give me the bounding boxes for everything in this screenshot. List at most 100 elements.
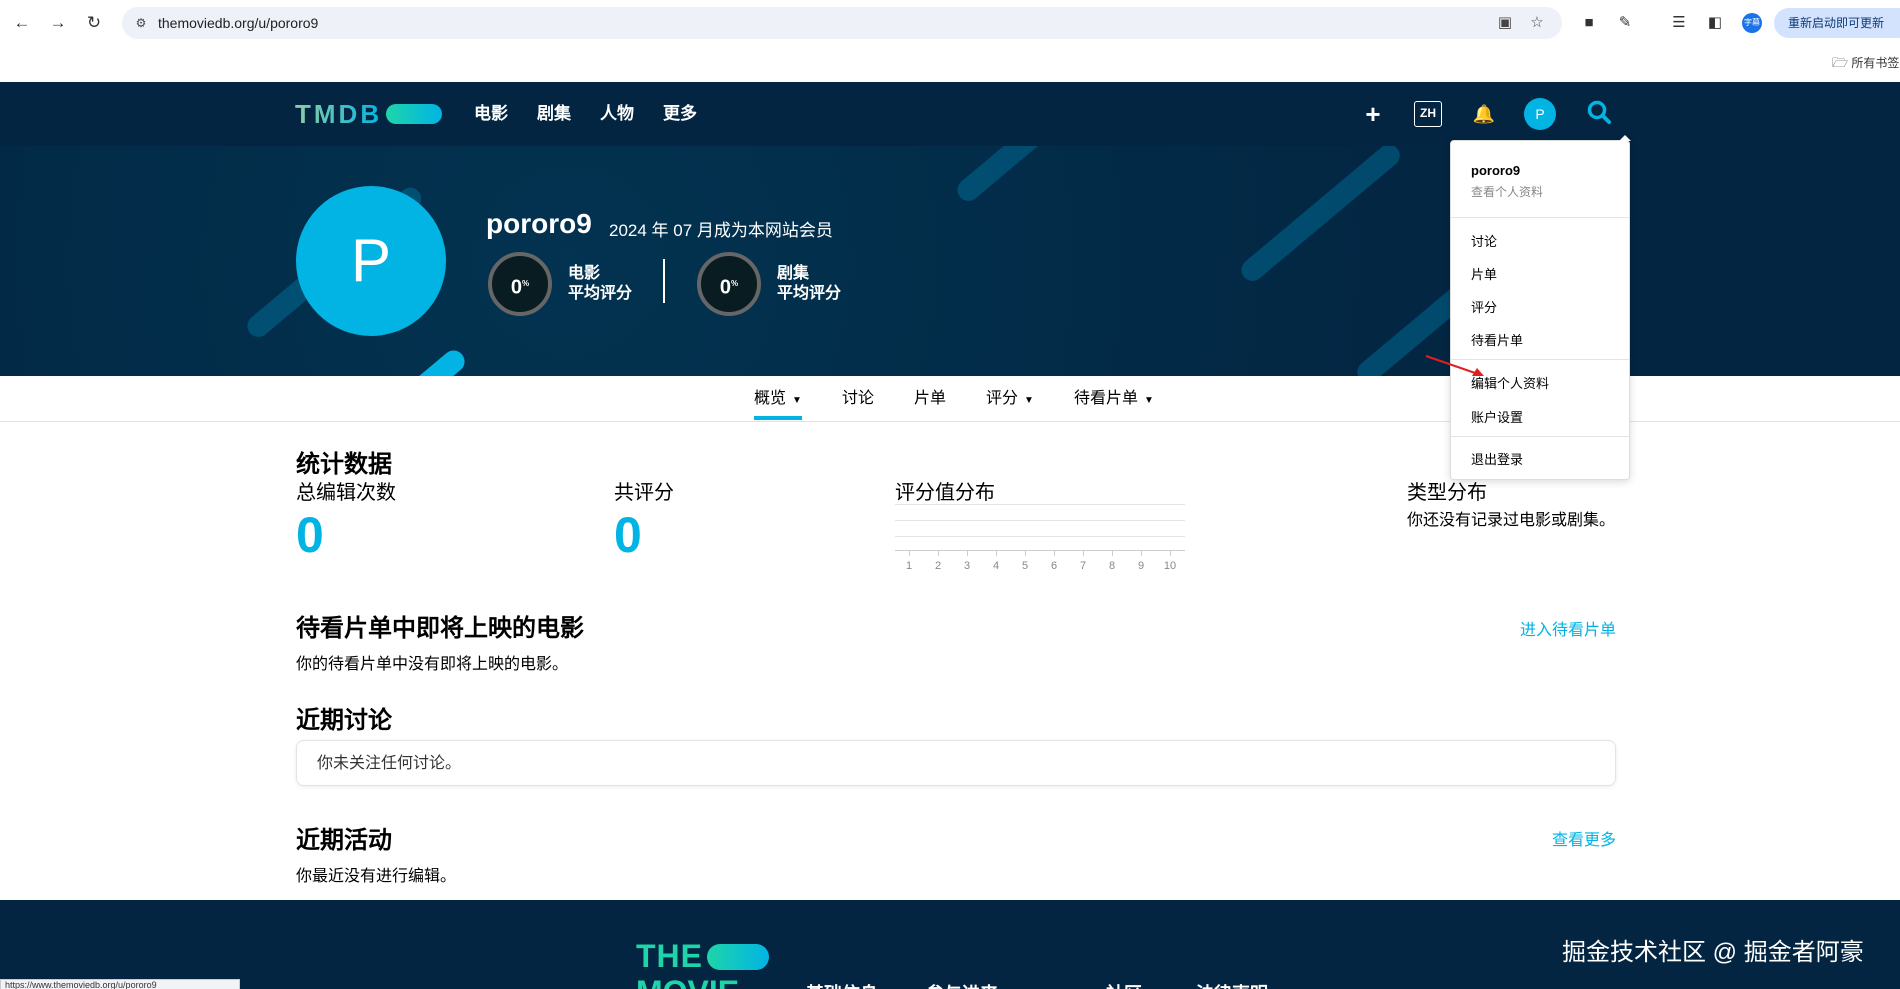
hist-tick-mark xyxy=(1112,550,1113,556)
dropdown-divider xyxy=(1451,436,1629,437)
go-to-watchlist-link[interactable]: 进入待看片单 xyxy=(1520,616,1616,640)
update-button[interactable]: 重新启动即可更新 xyxy=(1774,8,1900,38)
dropdown-item-discussions[interactable]: 讨论 xyxy=(1471,231,1497,250)
dropdown-item-watchlist[interactable]: 待看片单 xyxy=(1471,330,1523,349)
user-dropdown-menu: pororo9 查看个人资料 讨论 片单 评分 待看片单 编辑个人资料 账户设置… xyxy=(1450,135,1631,480)
tab-lists-label: 片单 xyxy=(914,390,947,407)
movie-score-value: 0 xyxy=(510,276,522,299)
forward-icon[interactable]: → xyxy=(46,11,70,35)
profile-avatar[interactable]: P xyxy=(296,186,446,336)
footer-logo[interactable]: THE xyxy=(636,938,769,975)
discussions-box: 你未关注任何讨论。 xyxy=(296,740,1616,786)
footer-logo-pill xyxy=(707,943,769,970)
hist-tick-label: 9 xyxy=(1137,560,1145,572)
hist-tick-label: 1 xyxy=(905,560,913,572)
hist-tick-mark xyxy=(1170,550,1171,556)
tab-lists[interactable]: 片单 xyxy=(914,376,946,422)
language-button[interactable]: ZH xyxy=(1414,101,1442,127)
red-arrow-annotation xyxy=(1425,355,1484,376)
search-icon[interactable] xyxy=(1586,99,1612,127)
address-bar[interactable]: ⚙ themoviedb.org/u/pororo9 ▣ ☆ xyxy=(122,7,1562,39)
caret-down-icon: ▼ xyxy=(1144,395,1154,406)
dropdown-item-logout[interactable]: 退出登录 xyxy=(1471,449,1523,468)
banner-stripe xyxy=(952,146,1059,206)
site-footer: THE MOVIE 基础信息 参与进来 社区 法律声明 掘金技术社区 @ 掘金者… xyxy=(0,900,1900,989)
recent-activity-title: 近期活动 xyxy=(296,827,392,854)
install-icon[interactable]: ▣ xyxy=(1496,14,1514,32)
tv-score-label-line2: 平均评分 xyxy=(777,285,842,302)
footer-col-legal[interactable]: 法律声明 xyxy=(1196,980,1268,989)
nav-movies[interactable]: 电影 xyxy=(474,82,508,146)
tab-watchlist-label: 待看片单 xyxy=(1074,390,1139,407)
see-more-link[interactable]: 查看更多 xyxy=(1552,826,1616,850)
total-ratings-label: 共评分 xyxy=(614,482,674,504)
movie-score-circle: 0% xyxy=(488,252,552,316)
hist-grid-line xyxy=(895,504,1185,505)
hist-tick-mark xyxy=(938,550,939,556)
browser-toolbar: ← → ↻ ⚙ themoviedb.org/u/pororo9 ▣ ☆ ■ ✎… xyxy=(0,0,1900,46)
hist-tick-mark xyxy=(1054,550,1055,556)
dropdown-caret xyxy=(1619,135,1631,141)
tv-score-label: 剧集 平均评分 xyxy=(777,264,841,304)
upcoming-empty-text: 你的待看片单中没有即将上映的电影。 xyxy=(296,656,569,673)
site-info-icon[interactable]: ⚙ xyxy=(133,15,149,31)
footer-col-basics[interactable]: 基础信息 xyxy=(806,980,878,989)
dropdown-divider xyxy=(1451,217,1629,218)
hist-tick-mark xyxy=(1083,550,1084,556)
dropdown-username[interactable]: pororo9 xyxy=(1471,163,1520,178)
hist-tick-label: 3 xyxy=(963,560,971,572)
tab-watchlist[interactable]: 待看片单 ▼ xyxy=(1074,376,1154,424)
rating-distribution-chart: 1 2 3 4 5 6 7 8 9 10 xyxy=(895,504,1185,574)
footer-col-community[interactable]: 社区 xyxy=(1106,980,1142,989)
profile-username[interactable]: pororo9 xyxy=(486,208,592,240)
hist-grid-line xyxy=(895,536,1185,537)
tab-discussions-label: 讨论 xyxy=(842,390,875,407)
dropdown-item-ratings[interactable]: 评分 xyxy=(1471,297,1497,316)
hist-tick-mark xyxy=(996,550,997,556)
plus-icon[interactable]: + xyxy=(1360,100,1386,128)
hist-tick-label: 5 xyxy=(1021,560,1029,572)
tmdb-logo[interactable]: TMDB xyxy=(295,99,443,129)
member-since: 2024 年 07 月成为本网站会员 xyxy=(609,221,833,240)
footer-col-get-involved[interactable]: 参与进来 xyxy=(926,980,998,989)
genre-distribution-label: 类型分布 xyxy=(1407,482,1487,504)
nav-tv[interactable]: 剧集 xyxy=(537,82,571,146)
dropdown-item-account-settings[interactable]: 账户设置 xyxy=(1471,407,1523,426)
nav-more[interactable]: 更多 xyxy=(663,82,697,146)
media-icon[interactable]: ☰ xyxy=(1668,12,1690,34)
hist-tick-label: 4 xyxy=(992,560,1000,572)
caret-down-icon: ▼ xyxy=(1024,395,1034,406)
back-icon[interactable]: ← xyxy=(10,11,34,35)
rating-distribution-label: 评分值分布 xyxy=(895,482,995,504)
hist-tick-label: 2 xyxy=(934,560,942,572)
genre-empty-text: 你还没有记录过电影或剧集。 xyxy=(1407,512,1616,529)
banner-stripe xyxy=(1236,146,1405,286)
bell-icon[interactable]: 🔔 xyxy=(1472,100,1496,128)
hist-tick-label: 8 xyxy=(1108,560,1116,572)
banner-stripe-bright xyxy=(408,346,470,376)
header-avatar[interactable]: P xyxy=(1524,98,1556,130)
dropdown-item-lists[interactable]: 片单 xyxy=(1471,264,1497,283)
tab-discussions[interactable]: 讨论 xyxy=(842,376,874,422)
puzzle-icon[interactable]: ✎ xyxy=(1614,12,1636,34)
reload-icon[interactable]: ↻ xyxy=(82,11,106,35)
movie-score-label: 电影 平均评分 xyxy=(568,264,632,304)
tv-score-value: 0 xyxy=(719,276,731,299)
bookmarks-bar: 🗁 所有书签 xyxy=(0,46,1900,82)
main-nav: 电影 剧集 人物 更多 xyxy=(474,82,726,146)
logo-pill xyxy=(386,104,443,124)
url-text[interactable]: themoviedb.org/u/pororo9 xyxy=(158,7,318,39)
tv-score-circle: 0% xyxy=(697,252,761,316)
footer-logo-text-2: MOVIE xyxy=(636,974,739,989)
all-bookmarks[interactable]: 🗁 所有书签 xyxy=(1832,54,1899,76)
browser-profile-avatar[interactable]: 字幕 xyxy=(1742,13,1762,33)
upcoming-title: 待看片单中即将上映的电影 xyxy=(296,615,584,642)
stats-title: 统计数据 xyxy=(296,451,392,478)
nav-people[interactable]: 人物 xyxy=(600,82,634,146)
browser-chrome: ← → ↻ ⚙ themoviedb.org/u/pororo9 ▣ ☆ ■ ✎… xyxy=(0,0,1900,82)
bookmark-star-icon[interactable]: ☆ xyxy=(1528,14,1546,32)
side-panel-icon[interactable]: ◧ xyxy=(1704,12,1726,34)
dropdown-view-profile[interactable]: 查看个人资料 xyxy=(1471,183,1543,200)
tab-ratings[interactable]: 评分 ▼ xyxy=(986,376,1034,424)
extension-icon[interactable]: ■ xyxy=(1578,12,1600,34)
